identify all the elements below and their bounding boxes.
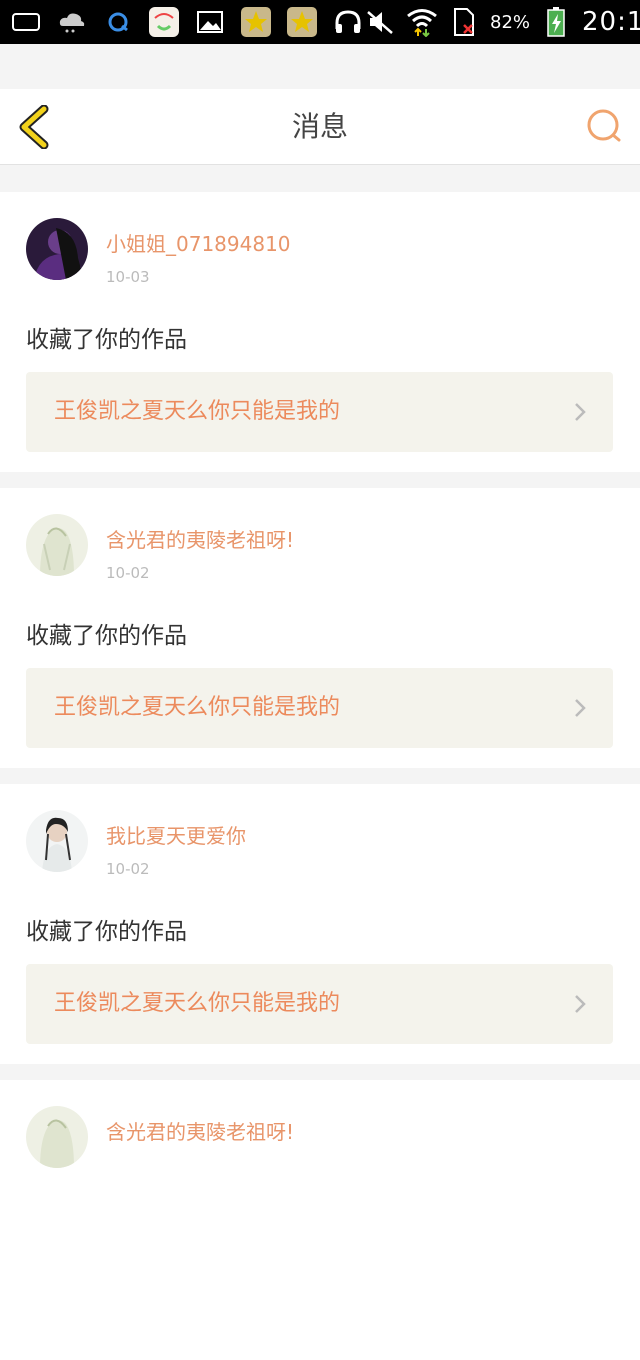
work-title: 王俊凯之夏天么你只能是我的 <box>54 991 341 1016</box>
avatar[interactable] <box>26 1106 88 1168</box>
username[interactable]: 含光君的夷陵老祖呀! <box>106 524 294 553</box>
message-card: 小姐姐_071894810 10-03 收藏了你的作品 王俊凯之夏天么你只能是我… <box>0 192 640 472</box>
status-bar: 82% 20:11 <box>0 0 640 44</box>
message-card: 含光君的夷陵老祖呀! <box>0 1080 640 1360</box>
headphones-icon <box>332 8 364 36</box>
navigation-bar: 消息 <box>0 89 640 165</box>
app-icon <box>148 7 180 37</box>
chevron-right-icon <box>575 699 586 717</box>
work-link[interactable]: 王俊凯之夏天么你只能是我的 <box>26 964 613 1044</box>
avatar[interactable] <box>26 514 88 576</box>
work-link[interactable]: 王俊凯之夏天么你只能是我的 <box>26 668 613 748</box>
message-list: 小姐姐_071894810 10-03 收藏了你的作品 王俊凯之夏天么你只能是我… <box>0 176 640 1360</box>
message-date: 10-03 <box>106 268 150 286</box>
username[interactable]: 含光君的夷陵老祖呀! <box>106 1116 294 1145</box>
avatar[interactable] <box>26 218 88 280</box>
sim-icon <box>448 8 480 36</box>
mute-icon <box>364 8 396 36</box>
weather-icon <box>56 8 88 36</box>
search-icon <box>587 109 621 142</box>
username[interactable]: 小姐姐_071894810 <box>106 228 291 257</box>
search-button[interactable] <box>584 107 624 147</box>
action-text: 收藏了你的作品 <box>26 919 187 945</box>
action-text: 收藏了你的作品 <box>26 623 187 649</box>
star-app-icon <box>240 7 272 37</box>
battery-percent: 82% <box>490 11 531 33</box>
work-title: 王俊凯之夏天么你只能是我的 <box>54 695 341 720</box>
username[interactable]: 我比夏天更爱你 <box>106 820 246 849</box>
avatar[interactable] <box>26 810 88 872</box>
browser-icon <box>102 8 134 36</box>
star-app-icon-2 <box>286 7 318 37</box>
wifi-icon <box>406 8 438 37</box>
battery-icon <box>540 7 572 37</box>
message-date: 10-02 <box>106 564 150 582</box>
clock: 20:11 <box>582 7 640 37</box>
chevron-right-icon <box>575 403 586 421</box>
page-title: 消息 <box>291 110 348 143</box>
top-spacer <box>0 44 640 89</box>
chevron-right-icon <box>575 995 586 1013</box>
gallery-icon <box>194 8 226 36</box>
work-title: 王俊凯之夏天么你只能是我的 <box>54 399 341 424</box>
work-link[interactable]: 王俊凯之夏天么你只能是我的 <box>26 372 613 452</box>
message-date: 10-02 <box>106 860 150 878</box>
action-text: 收藏了你的作品 <box>26 327 187 353</box>
message-card: 含光君的夷陵老祖呀! 10-02 收藏了你的作品 王俊凯之夏天么你只能是我的 <box>0 488 640 768</box>
screen-icon <box>10 8 42 36</box>
message-card: 我比夏天更爱你 10-02 收藏了你的作品 王俊凯之夏天么你只能是我的 <box>0 784 640 1064</box>
